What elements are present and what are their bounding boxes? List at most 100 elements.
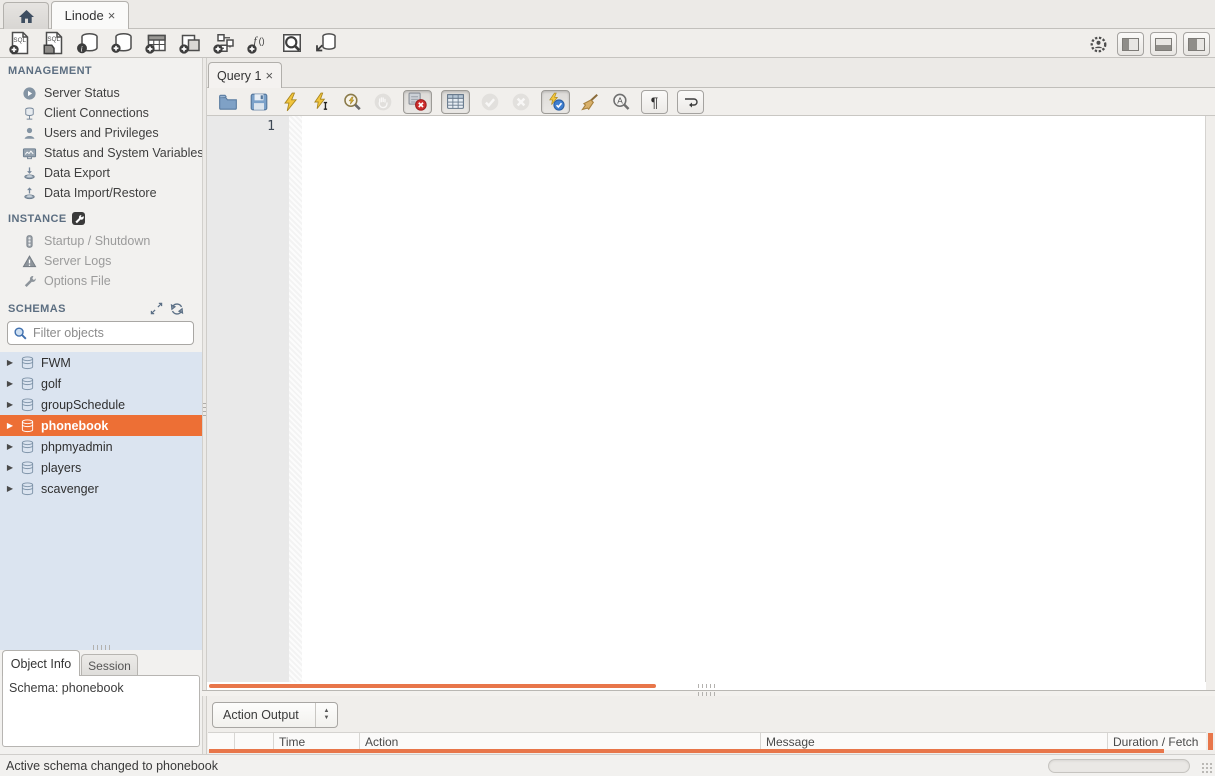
mysql-workbench-window: Linode × SQL SQL i f() [0,0,1215,776]
combo-spinner-icon[interactable]: ▲ ▼ [315,703,337,727]
tab-object-info[interactable]: Object Info [2,650,80,676]
sidebar-item-data-export[interactable]: Data Export [0,163,202,183]
output-horizontal-scrollbar[interactable] [209,749,1164,753]
limit-rows-icon [446,92,465,111]
column-header-index[interactable] [235,733,274,750]
expander-icon[interactable]: ▶ [0,421,14,430]
close-icon[interactable]: × [108,8,116,23]
schema-icon [20,482,36,496]
database-inspector-button[interactable]: i [75,30,101,56]
expander-icon[interactable]: ▶ [0,484,14,493]
find-panel-button[interactable]: A [610,91,632,113]
toggle-stop-on-error-button[interactable] [403,90,432,114]
toggle-output-area-button[interactable] [1150,32,1177,56]
sidebar-item-startup-shutdown[interactable]: Startup / Shutdown [0,231,202,251]
beautify-sql-button[interactable] [579,91,601,113]
schema-filter-box [7,321,194,345]
output-view-selector[interactable]: Action Output ▲ ▼ [212,702,338,728]
open-script-button[interactable] [217,91,239,113]
startup-shutdown-icon [21,233,37,249]
line-number: 1 [267,119,275,134]
expander-icon[interactable]: ▶ [0,379,14,388]
filter-objects-input[interactable] [33,326,173,340]
sidebar-item-options-file[interactable]: Options File [0,271,202,291]
rollback-button[interactable] [510,91,532,113]
schema-row-players[interactable]: ▶ players [0,457,202,478]
toggle-invisible-characters-button[interactable]: ¶ [641,90,668,114]
instance-admin-badge-icon [72,212,85,225]
scrollbar-thumb[interactable] [209,684,656,688]
splitter-grip[interactable] [203,403,206,417]
expander-icon[interactable]: ▶ [0,400,14,409]
execute-current-statement-button[interactable] [310,91,332,113]
sidebar-panel-icon [1122,38,1139,51]
save-script-button[interactable] [248,91,270,113]
create-table-button[interactable] [143,30,169,56]
sidebar-item-data-import[interactable]: Data Import/Restore [0,183,202,203]
sidebar-item-server-logs[interactable]: Server Logs [0,251,202,271]
column-header-duration[interactable]: Duration / Fetch [1108,733,1206,750]
toolbar-right-group [1085,31,1210,57]
query-tab-label: Query 1 [217,69,261,83]
expander-icon[interactable]: ▶ [0,358,14,367]
tab-session[interactable]: Session [81,654,138,676]
stop-on-error-icon [408,92,427,111]
splitter-grip[interactable] [698,684,716,688]
search-table-data-button[interactable] [279,30,305,56]
refresh-schemas-icon[interactable] [170,302,184,316]
schema-row-scavenger[interactable]: ▶ scavenger [0,478,202,499]
sidebar-splitter-grip[interactable] [93,645,111,650]
create-schema-button[interactable] [109,30,135,56]
output-vertical-scrollbar[interactable] [1208,733,1213,750]
connection-tab-label: Linode [65,8,104,23]
stop-query-button[interactable] [372,91,394,113]
schema-row-groupschedule[interactable]: ▶ groupSchedule [0,394,202,415]
expander-icon[interactable]: ▶ [0,442,14,451]
output-panel: Action Output ▲ ▼ Time Action Message Du… [207,696,1215,754]
status-progress-field [1048,759,1190,773]
column-header-time[interactable]: Time [274,733,360,750]
toggle-secondary-sidebar-button[interactable] [1183,32,1210,56]
preferences-gear-icon[interactable] [1085,31,1111,57]
execute-query-button[interactable] [279,91,301,113]
schemas-section-title: SCHEMAS [8,303,194,315]
column-header-icon[interactable] [208,733,235,750]
create-procedure-button[interactable] [211,30,237,56]
warning-triangle-icon [21,253,37,269]
home-icon [18,9,35,24]
commit-button[interactable] [479,91,501,113]
status-bar: Active schema changed to phonebook [0,754,1215,776]
explain-plan-button[interactable] [341,91,363,113]
tab-query-1[interactable]: Query 1 × [208,62,282,88]
management-section-title: MANAGEMENT [8,65,92,77]
schema-row-fwm[interactable]: ▶ FWM [0,352,202,373]
open-sql-script-button[interactable]: SQL [41,30,67,56]
schema-row-phonebook-selected[interactable]: ▶ phonebook [0,415,202,436]
toggle-autocommit-button[interactable] [541,90,570,114]
new-sql-tab-button[interactable]: SQL [7,30,33,56]
editor-text-area[interactable] [302,116,1205,682]
sidebar-item-users-privileges[interactable]: Users and Privileges [0,123,202,143]
schema-row-phpmyadmin[interactable]: ▶ phpmyadmin [0,436,202,457]
expand-schema-tree-icon[interactable] [150,302,163,316]
toggle-sidebar-button[interactable] [1117,32,1144,56]
column-header-action[interactable]: Action [360,733,761,750]
create-view-button[interactable] [177,30,203,56]
create-function-button[interactable]: f() [245,30,271,56]
sidebar-item-client-connections[interactable]: Client Connections [0,103,202,123]
close-icon[interactable]: × [265,68,273,83]
expander-icon[interactable]: ▶ [0,463,14,472]
sidebar-item-status-system-variables[interactable]: Status and System Variables [0,143,202,163]
reconnect-dbms-button[interactable] [313,30,339,56]
toggle-limit-rows-button[interactable] [441,90,470,114]
toggle-word-wrap-button[interactable] [677,90,704,114]
client-connections-icon [21,105,37,121]
sql-editor[interactable]: 1 [207,116,1206,682]
resize-grip[interactable] [1201,762,1213,774]
sidebar-item-server-status[interactable]: Server Status [0,83,202,103]
home-tab[interactable] [3,2,49,29]
schema-row-golf[interactable]: ▶ golf [0,373,202,394]
connection-tab[interactable]: Linode × [51,1,129,29]
column-header-message[interactable]: Message [761,733,1108,750]
svg-text:SQL: SQL [47,36,60,43]
